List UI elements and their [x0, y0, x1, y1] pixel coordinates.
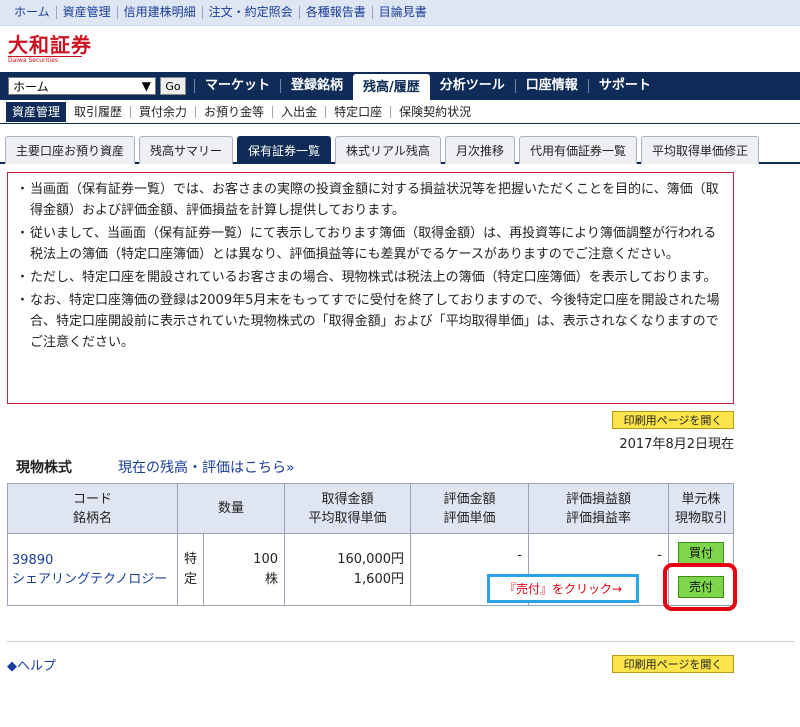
buy-button[interactable]: 買付: [678, 541, 724, 564]
top-link-asset[interactable]: 資産管理: [57, 6, 118, 19]
section-title: 現物株式: [16, 460, 72, 476]
holding-name[interactable]: シェアリングテクノロジー: [12, 570, 177, 589]
header-pl: 評価損益額 評価損益率: [528, 483, 669, 534]
table-header-row: コード 銘柄名 数量 取得金額 平均取得単価 評価金額 評価単価 評価損益額 評…: [7, 483, 734, 534]
sell-callout: 『売付』をクリック→: [487, 574, 639, 603]
header-qty: 数量: [177, 483, 285, 534]
header-trade: 単元株 現物取引: [668, 483, 734, 534]
notice-text: 従いまして、当画面（保有証券一覧）にて表示しております簿価（取得金額）は、再投資…: [30, 226, 717, 262]
nav-select[interactable]: ホーム ▼: [8, 77, 156, 95]
notice-item: ・ ただし、特定口座を開設されているお客さまの場合、現物株式は税法上の簿価（特定…: [16, 267, 725, 288]
notice-text: なお、特定口座簿価の登録は2009年5月末をもってすでに受付を終了しておりますの…: [30, 293, 720, 350]
top-link-orders[interactable]: 注文・約定照会: [203, 6, 300, 19]
holding-qty: 100 株: [203, 533, 285, 606]
tab-monthly[interactable]: 月次推移: [444, 136, 515, 164]
divider: [7, 641, 794, 642]
subnav-transfer[interactable]: 入出金: [272, 105, 325, 118]
sell-highlight-box: [663, 563, 737, 611]
tab-realtime-stocks[interactable]: 株式リアル残高: [335, 136, 441, 164]
subnav-asset-management[interactable]: 資産管理: [6, 101, 67, 122]
nav-select-value: ホーム: [13, 79, 49, 94]
go-button[interactable]: Go: [160, 77, 186, 95]
nav-support[interactable]: サポート: [587, 79, 661, 93]
tab-avg-cost-edit[interactable]: 平均取得単価修正: [640, 136, 759, 164]
account-type: 特定: [177, 533, 204, 606]
sub-navbar: 資産管理 取引履歴 買付余力 お預り金等 入出金 特定口座 保険契約状況: [0, 100, 800, 124]
holding-cost: 160,000円 1,600円: [284, 533, 411, 606]
print-page-button-bottom[interactable]: 印刷用ページを開く: [612, 655, 734, 673]
subnav-insurance[interactable]: 保険契約状況: [390, 105, 479, 118]
notice-text: 当画面（保有証券一覧）では、お客さまの実際の投資金額に対する損益状況等を把握いた…: [30, 182, 719, 218]
top-link-prospectus[interactable]: 目論見書: [373, 6, 433, 19]
help-link[interactable]: ◆ヘルプ: [7, 655, 56, 674]
tab-collateral[interactable]: 代用有価証券一覧: [518, 136, 637, 164]
notice-item: ・ 当画面（保有証券一覧）では、お客さまの実際の投資金額に対する損益状況等を把握…: [16, 179, 725, 221]
notice-item: ・ 従いまして、当画面（保有証券一覧）にて表示しております簿価（取得金額）は、再…: [16, 223, 725, 265]
logo-text: 大和証券: [8, 33, 92, 57]
holding-code-name[interactable]: 39890 シェアリングテクノロジー: [7, 533, 178, 606]
top-link-home[interactable]: ホーム: [8, 6, 57, 19]
header-code-name: コード 銘柄名: [7, 483, 178, 534]
subnav-trade-history[interactable]: 取引履歴: [66, 106, 130, 118]
notice-text: ただし、特定口座を開設されているお客さまの場合、現物株式は税法上の簿価（特定口座…: [30, 270, 717, 285]
subnav-buying-power[interactable]: 買付余力: [130, 105, 195, 118]
notice-item: ・ なお、特定口座簿価の登録は2009年5月末をもってすでに受付を終了しておりま…: [16, 290, 725, 353]
tab-balance-summary[interactable]: 残高サマリー: [139, 136, 234, 164]
nav-account[interactable]: 口座情報: [514, 79, 588, 93]
main-navbar: ホーム ▼ Go マーケット 登録銘柄 残高/履歴 分析ツール 口座情報 サポー…: [0, 72, 800, 102]
as-of-date: 2017年8月2日現在: [619, 437, 734, 452]
nav-balance-history[interactable]: 残高/履歴: [353, 74, 430, 102]
subnav-deposits[interactable]: お預り金等: [195, 105, 272, 118]
header-cost: 取得金額 平均取得単価: [284, 483, 411, 534]
page-tabs: 主要口座お預り資産 残高サマリー 保有証券一覧 株式リアル残高 月次推移 代用有…: [0, 132, 800, 164]
print-page-button[interactable]: 印刷用ページを開く: [612, 411, 734, 429]
dropdown-arrow-icon: ▼: [141, 79, 151, 93]
top-link-reports[interactable]: 各種報告書: [300, 6, 373, 19]
nav-market[interactable]: マーケット: [194, 79, 280, 93]
current-balance-link[interactable]: 現在の残高・評価はこちら»: [118, 457, 295, 477]
top-links-bar: ホーム 資産管理 信用建株明細 注文・約定照会 各種報告書 目論見書: [0, 0, 800, 26]
header-value: 評価金額 評価単価: [410, 483, 529, 534]
notice-box: ・ 当画面（保有証券一覧）では、お客さまの実際の投資金額に対する損益状況等を把握…: [7, 172, 734, 404]
tab-main-assets[interactable]: 主要口座お預り資産: [5, 136, 136, 164]
tab-holdings-list[interactable]: 保有証券一覧: [237, 136, 332, 164]
nav-analysis[interactable]: 分析ツール: [430, 79, 515, 93]
subnav-specific-account[interactable]: 特定口座: [325, 105, 390, 118]
daiwa-logo[interactable]: 大和証券 Daiwa Securities: [8, 33, 108, 64]
nav-watchlist[interactable]: 登録銘柄: [280, 79, 353, 93]
logo-subtext: Daiwa Securities: [8, 56, 82, 64]
holding-code[interactable]: 39890: [12, 551, 177, 570]
top-link-margin[interactable]: 信用建株明細: [118, 6, 203, 19]
